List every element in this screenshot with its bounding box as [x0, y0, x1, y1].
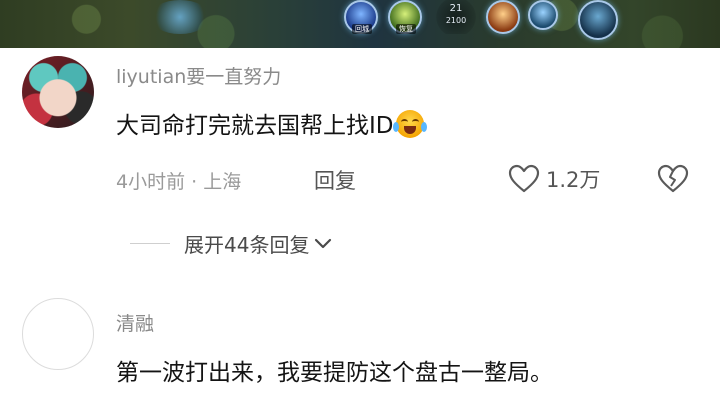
counter-bottom: 2100	[445, 16, 467, 25]
avatar[interactable]	[22, 56, 94, 128]
comment-time-location: 4小时前 · 上海	[116, 171, 242, 193]
chevron-down-icon	[315, 238, 332, 248]
like-count: 1.2万	[546, 168, 601, 192]
hero-skill-icon-3	[578, 0, 618, 40]
reply-button[interactable]: 回复	[314, 165, 356, 195]
expand-replies-label: 展开44条回复	[184, 233, 310, 257]
counter-top: 21	[449, 3, 463, 14]
hero-skill-icon	[486, 0, 520, 34]
expand-replies[interactable]: 展开44条回复	[130, 229, 333, 258]
video-frame-strip[interactable]: 回城 恢复 21 2100	[0, 0, 720, 48]
comment-text: 大司命打完就去国帮上找ID	[116, 113, 394, 139]
heart-outline-icon	[508, 164, 540, 193]
broken-heart-icon	[657, 164, 689, 193]
skill-glow-effect	[150, 0, 210, 34]
comment-username[interactable]: 清融	[116, 309, 154, 336]
like-button[interactable]: 1.2万	[508, 164, 600, 194]
avatar[interactable]	[22, 298, 94, 370]
skill-tag-recall: 回城	[352, 24, 372, 34]
laughing-crying-emoji-icon	[392, 110, 427, 138]
hero-skill-icon-2	[528, 0, 558, 30]
skill-tag-heal: 恢复	[396, 24, 416, 34]
comment-username[interactable]: liyutian要一直努力	[116, 62, 281, 89]
divider-line	[130, 243, 170, 244]
comment-text-row: 大司命打完就去国帮上找ID	[116, 106, 427, 140]
dislike-button[interactable]	[656, 164, 690, 198]
gold-counter: 21 2100	[434, 0, 478, 34]
comment-text: 第一波打出来，我要提防这个盘古一整局。	[116, 360, 553, 386]
